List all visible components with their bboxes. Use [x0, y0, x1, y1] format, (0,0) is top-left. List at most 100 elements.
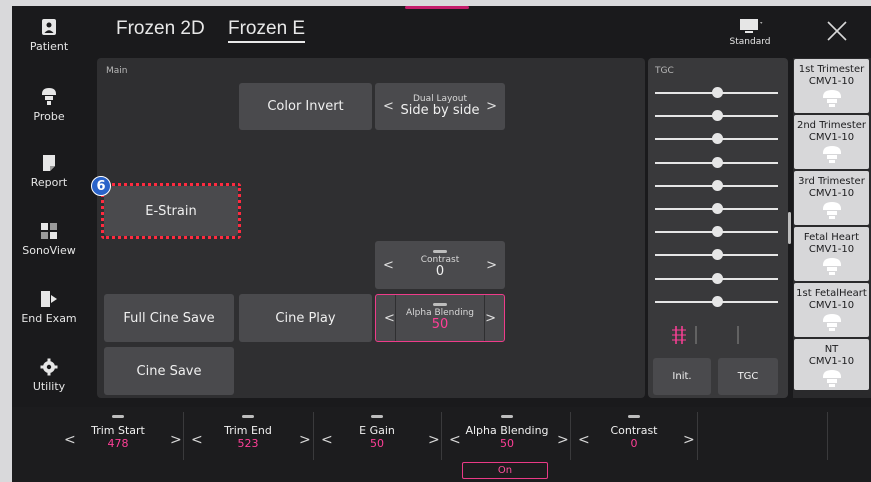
tgc-init-button[interactable]: Init. [653, 358, 711, 395]
sidebar-item-sonoview[interactable]: SonoView [12, 222, 86, 257]
bottom-divider [827, 412, 828, 460]
close-icon[interactable] [826, 20, 848, 42]
preset-probe: CMV1-10 [808, 243, 855, 255]
sidebar-item-label: Utility [32, 380, 66, 393]
tgc-slider-knob[interactable] [712, 180, 723, 191]
handle-icon [433, 302, 447, 306]
top-indicator [405, 6, 469, 9]
probe-icon [822, 370, 841, 387]
bottom-control[interactable]: Trim End 523 [198, 407, 298, 465]
sidebar-item-utility[interactable]: Utility [12, 358, 86, 393]
tgc-slider-knob[interactable] [712, 273, 723, 284]
dual-layout-value: Side by side [400, 103, 480, 119]
bottom-divider [570, 412, 571, 460]
bottom-control-value: 0 [630, 437, 638, 450]
chevron-left-icon[interactable]: < [383, 258, 394, 273]
tgc-slider-knob[interactable] [712, 87, 723, 98]
preset-name: Fetal Heart [803, 232, 860, 243]
chevron-left-icon[interactable]: < [191, 432, 203, 448]
tgc-slider-knob[interactable] [712, 249, 723, 260]
handle-icon [628, 415, 640, 418]
sidebar-item-probe[interactable]: Probe [12, 86, 86, 123]
callout-highlight [101, 183, 241, 239]
tgc-slider-knob[interactable] [712, 133, 723, 144]
sidebar-item-patient[interactable]: Patient [12, 18, 86, 53]
bottom-control-label: Trim Start [91, 424, 145, 437]
display-mode-button[interactable]: Standard [728, 18, 772, 47]
sidebar-item-end-exam[interactable]: End Exam [12, 290, 86, 325]
bottom-divider [313, 412, 314, 460]
scrollbar[interactable] [788, 212, 791, 244]
preset-name: NT [824, 344, 839, 355]
sidebar-item-report[interactable]: Report [12, 154, 86, 189]
bottom-control-value: 478 [107, 437, 129, 450]
tgc-slider-knob[interactable] [712, 203, 723, 214]
patient-icon [42, 19, 56, 35]
preset-name: 3rd Trimester [798, 176, 865, 187]
sidebar-item-label: Probe [33, 110, 65, 123]
full-cine-save-button[interactable]: Full Cine Save [104, 294, 234, 342]
bottom-control[interactable]: Trim Start 478 [68, 407, 168, 465]
chevron-left-icon[interactable]: < [64, 432, 76, 448]
callout-badge: 6 [91, 176, 111, 196]
probe-icon [822, 314, 841, 331]
chevron-right-icon[interactable]: > [170, 432, 182, 448]
chevron-right-icon[interactable]: > [428, 432, 440, 448]
color-invert-button[interactable]: Color Invert [239, 83, 372, 130]
tgc-slider-knob[interactable] [712, 296, 723, 307]
chevron-right-icon[interactable]: > [486, 258, 497, 273]
contrast-control[interactable]: < Contrast 0 > [375, 241, 505, 289]
sidebar-item-label: End Exam [21, 312, 77, 325]
left-sidebar: Patient Probe Report SonoView End Exam U… [12, 6, 86, 406]
bottom-control[interactable]: Contrast 0 [584, 407, 684, 465]
chevron-right-icon[interactable]: > [557, 432, 569, 448]
tgc-slider-knob[interactable] [712, 157, 723, 168]
chevron-right-icon[interactable]: > [299, 432, 311, 448]
chevron-right-icon[interactable]: > [683, 432, 695, 448]
preset-probe: CMV1-10 [808, 75, 855, 87]
tgc-button[interactable]: TGC [718, 358, 778, 395]
cine-save-button[interactable]: Cine Save [104, 347, 234, 395]
bottom-control-label: Contrast [610, 424, 658, 437]
handle-icon [433, 249, 447, 253]
bottom-divider [441, 412, 442, 460]
bottom-divider [183, 412, 184, 460]
chevron-left-icon[interactable]: < [321, 432, 333, 448]
bottom-control-label: E Gain [359, 424, 395, 437]
tgc-curve-icon [672, 326, 739, 344]
bottom-divider [697, 412, 698, 460]
chevron-left-icon[interactable]: < [449, 432, 461, 448]
preset-probe: CMV1-10 [808, 355, 855, 367]
chevron-left-icon[interactable]: < [384, 311, 395, 326]
probe-icon [822, 90, 841, 107]
chevron-right-icon[interactable]: > [486, 99, 497, 114]
alpha-blending-on-toggle[interactable]: On [462, 462, 548, 479]
tgc-slider-knob[interactable] [712, 110, 723, 121]
alpha-blending-value: 50 [431, 317, 449, 333]
contrast-value: 0 [435, 264, 445, 280]
preset-item[interactable]: NT CMV1-10 [794, 339, 869, 390]
tab-frozen-e[interactable]: Frozen E [228, 18, 306, 43]
probe-icon [822, 202, 841, 219]
tab-frozen-2d[interactable]: Frozen 2D [116, 18, 205, 40]
preset-item[interactable]: Fetal Heart CMV1-10 [794, 227, 869, 281]
chevron-left-icon[interactable]: < [383, 99, 394, 114]
preset-item[interactable]: 1st FetalHeart CMV1-10 [794, 283, 869, 337]
bottom-control-label: Trim End [224, 424, 272, 437]
tgc-slider-knob[interactable] [712, 226, 723, 237]
dual-layout-control[interactable]: < Dual Layout Side by side > [375, 83, 505, 130]
chevron-right-icon[interactable]: > [485, 311, 496, 326]
bottom-control-value: 50 [500, 437, 514, 450]
probe-icon [822, 258, 841, 275]
bottom-control[interactable]: E Gain 50 [327, 407, 427, 465]
preset-item[interactable]: 1st Trimester CMV1-10 [794, 59, 869, 113]
preset-item[interactable]: 2nd Trimester CMV1-10 [794, 115, 869, 169]
alpha-blending-control[interactable]: < Alpha Blending 50 > [375, 294, 505, 342]
preset-item[interactable]: 3rd Trimester CMV1-10 [794, 171, 869, 225]
preset-name: 1st Trimester [798, 64, 865, 75]
main-panel-label: Main [106, 66, 128, 76]
probe-icon [822, 146, 841, 163]
bottom-control[interactable]: Alpha Blending 50 [457, 407, 557, 465]
cine-play-button[interactable]: Cine Play [239, 294, 372, 342]
chevron-left-icon[interactable]: < [578, 432, 590, 448]
